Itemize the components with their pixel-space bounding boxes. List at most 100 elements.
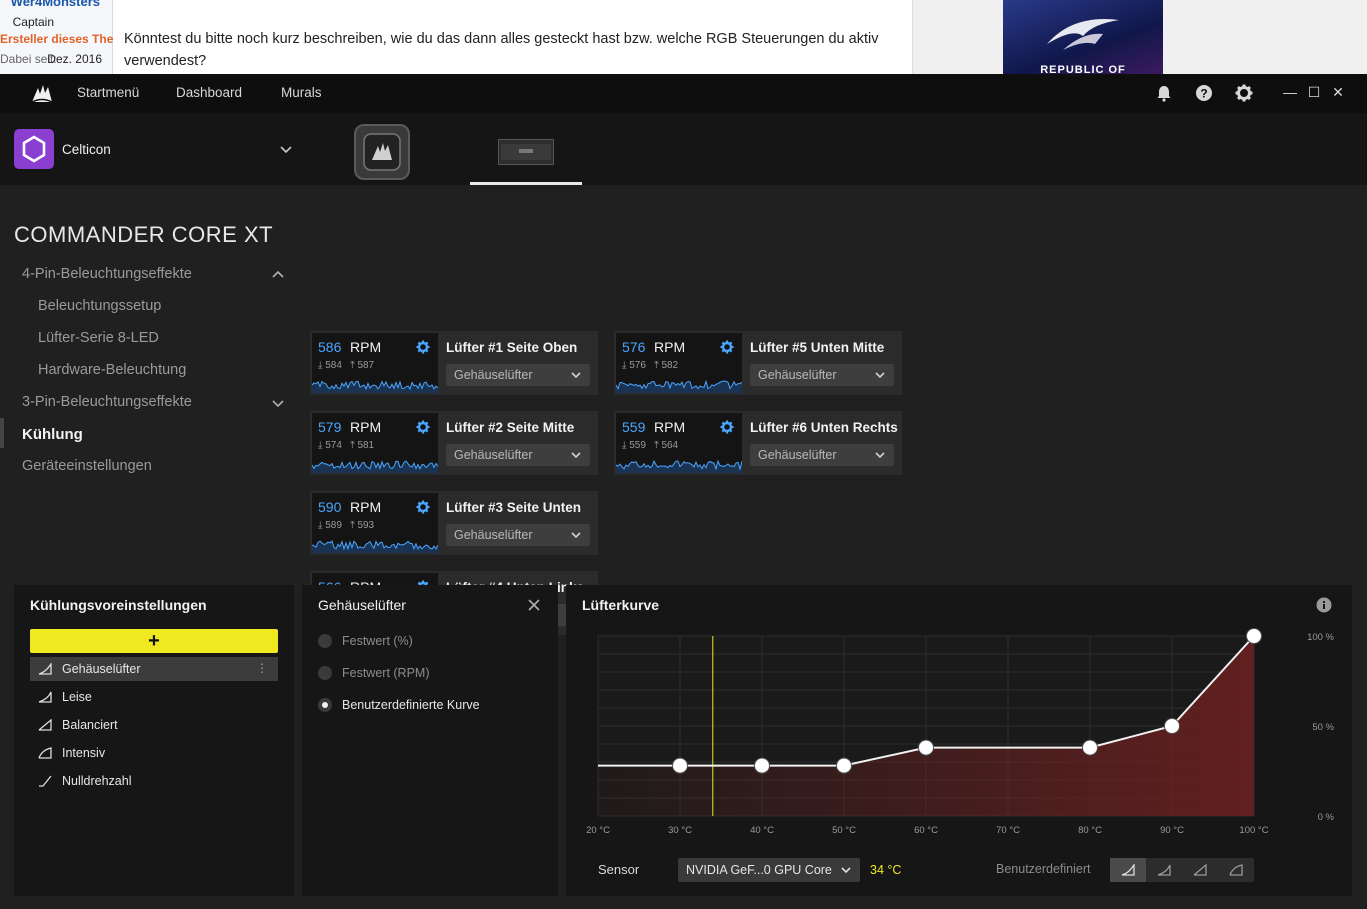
fan-card[interactable]: 559 RPM ⤓ 559 ⤒ 564 Lüfter #6 Unten Rechts G…: [614, 411, 902, 475]
fan-preset-dropdown[interactable]: Gehäuselüfter: [446, 444, 590, 466]
fan-preset-selected: Gehäuselüfter: [454, 368, 533, 382]
nav-murals[interactable]: Murals: [281, 85, 322, 100]
preset-item-quiet[interactable]: Leise: [30, 685, 278, 709]
chevron-down-icon[interactable]: [271, 396, 285, 410]
sidebar-item-device-settings[interactable]: Geräteeinstellungen: [22, 458, 152, 474]
chevron-up-icon[interactable]: [271, 268, 285, 282]
svg-text:?: ?: [1200, 87, 1207, 101]
preset-label: Intensiv: [62, 746, 106, 760]
device-name: Celticon: [62, 142, 111, 157]
mode-panel-title: Gehäuselüfter: [318, 597, 406, 613]
add-preset-button[interactable]: +: [30, 629, 278, 653]
x-tick-label: 60 °C: [914, 825, 938, 836]
preset-item-balanced[interactable]: Balanciert: [30, 713, 278, 737]
bell-icon[interactable]: [1155, 84, 1173, 102]
x-tick-label: 20 °C: [586, 825, 610, 836]
curve-point-handle[interactable]: [672, 757, 688, 774]
gear-icon[interactable]: [720, 420, 734, 434]
curve-shape-button-4[interactable]: [1218, 858, 1254, 882]
chevron-down-icon[interactable]: [278, 141, 294, 157]
curve-preset-icon: [38, 719, 52, 731]
device-avatar[interactable]: [14, 129, 54, 169]
fan-curve-chart[interactable]: 20 °C 30 °C 40 °C 50 °C 60 °C 70 °C 80 °C 90 °C…: [566, 585, 1352, 845]
y-tick-label: 50 %: [1312, 722, 1334, 733]
gear-icon[interactable]: [416, 340, 430, 354]
fan-rpm-value: 590: [318, 499, 342, 515]
preset-label: Gehäuselüfter: [62, 662, 141, 676]
radio-button[interactable]: [318, 634, 332, 648]
minimize-button[interactable]: —: [1280, 82, 1300, 102]
help-icon[interactable]: ?: [1195, 84, 1213, 102]
fan-rpm-min: 559: [629, 440, 646, 451]
curve-shape-button-1[interactable]: [1110, 858, 1146, 882]
settings-icon[interactable]: [1235, 84, 1253, 102]
upload-arrow-icon: ⤒: [645, 360, 662, 371]
forum-post: Könntest du bitte noch kurz beschreiben,…: [113, 0, 913, 74]
maximize-button[interactable]: ☐: [1304, 82, 1324, 102]
sidebar-item-fan-series[interactable]: Lüfter-Serie 8-LED: [38, 330, 159, 346]
forum-username[interactable]: Wer4Monsters: [0, 0, 100, 9]
gear-icon[interactable]: [416, 420, 430, 434]
fan-rpm-minmax: ⤓ 559 ⤒ 564: [622, 440, 678, 451]
preset-label: Nulldrehzahl: [62, 774, 132, 788]
sidebar-item-lighting-setup[interactable]: Beleuchtungssetup: [38, 298, 161, 314]
fan-preset-dropdown[interactable]: Gehäuselüfter: [750, 364, 894, 386]
gear-icon[interactable]: [416, 500, 430, 514]
sidebar-item-cooling[interactable]: Kühlung: [22, 426, 83, 443]
fan-card[interactable]: 579 RPM ⤓ 574 ⤒ 581 Lüfter #2 Seite Mitte Ge…: [310, 411, 598, 475]
close-icon[interactable]: [526, 597, 542, 613]
curve-preset-icon: [38, 691, 52, 703]
close-window-button[interactable]: ✕: [1328, 82, 1348, 102]
curve-point-handle[interactable]: [918, 739, 934, 756]
forum-rank: Captain: [12, 15, 54, 29]
curve-point-handle[interactable]: [836, 757, 852, 774]
chevron-down-icon: [571, 532, 581, 539]
preset-item-intense[interactable]: Intensiv: [30, 741, 278, 765]
fan-rpm-max: 581: [357, 440, 375, 451]
radio-button-selected[interactable]: [318, 698, 332, 712]
device-tab-pump[interactable]: [354, 124, 410, 180]
fan-rpm-graph: 579 RPM ⤓ 574 ⤒ 581: [312, 413, 438, 473]
radio-button[interactable]: [318, 666, 332, 680]
fan-rpm-minmax: ⤓ 584 ⤒ 587: [318, 360, 374, 371]
fan-card[interactable]: 576 RPM ⤓ 576 ⤒ 582 Lüfter #5 Unten Mitte Ge…: [614, 331, 902, 395]
sidebar-item-3pin-lighting[interactable]: 3-Pin-Beleuchtungseffekte: [22, 394, 192, 410]
fan-rpm-value: 586: [318, 339, 342, 355]
corsair-logo-icon[interactable]: [30, 82, 54, 104]
fan-preset-dropdown[interactable]: Gehäuselüfter: [446, 364, 590, 386]
device-tab-commander-core-xt[interactable]: [498, 139, 554, 165]
preset-item-zero-rpm[interactable]: Nulldrehzahl: [30, 769, 278, 793]
forum-since-date: Dez. 2016: [47, 52, 102, 66]
nav-home[interactable]: Startmenü: [77, 85, 139, 100]
fan-preset-selected: Gehäuselüfter: [454, 528, 533, 542]
curve-point-handle[interactable]: [1082, 739, 1098, 756]
main-content: COMMANDER CORE XT 4-Pin-Beleuchtungseffe…: [0, 185, 1367, 909]
forum-post-text: Könntest du bitte noch kurz beschreiben,…: [124, 31, 879, 69]
y-tick-label: 0 %: [1318, 812, 1335, 823]
gear-icon[interactable]: [720, 340, 734, 354]
title-bar: Startmenü Dashboard Murals ? — ☐ ✕: [0, 74, 1367, 113]
sensor-dropdown[interactable]: NVIDIA GeF...0 GPU Core: [678, 858, 860, 882]
sidebar-item-4pin-lighting[interactable]: 4-Pin-Beleuchtungseffekte: [22, 266, 192, 282]
forum-ad-banner[interactable]: REPUBLIC OF: [1003, 0, 1163, 74]
fan-card[interactable]: 586 RPM ⤓ 584 ⤒ 587 Lüfter #1 Seite Oben Geh…: [310, 331, 598, 395]
curve-shape-button-2[interactable]: [1146, 858, 1182, 882]
curve-shape-button-3[interactable]: [1182, 858, 1218, 882]
info-icon[interactable]: [1316, 597, 1332, 613]
fan-preset-dropdown[interactable]: Gehäuselüfter: [446, 524, 590, 546]
nav-dashboard[interactable]: Dashboard: [176, 85, 242, 100]
curve-point-handle[interactable]: [1164, 718, 1180, 734]
fan-name: Lüfter #1 Seite Oben: [446, 340, 578, 355]
curve-point-handle[interactable]: [754, 757, 770, 774]
curve-point-handle[interactable]: [1246, 628, 1262, 644]
fan-preset-dropdown[interactable]: Gehäuselüfter: [750, 444, 894, 466]
curve-shape-icon: [1121, 864, 1135, 876]
chevron-down-icon: [571, 372, 581, 379]
fan-card[interactable]: 590 RPM ⤓ 589 ⤒ 593 Lüfter #3 Seite Unten Ge…: [310, 491, 598, 555]
sidebar-item-hardware-lighting[interactable]: Hardware-Beleuchtung: [38, 362, 186, 378]
fan-rpm-value: 559: [622, 419, 646, 435]
preset-item-case-fan[interactable]: Gehäuselüfter ⋮: [30, 657, 278, 681]
more-options-icon[interactable]: ⋮: [256, 661, 268, 675]
pump-cap-icon: [363, 133, 401, 171]
fan-preset-selected: Gehäuselüfter: [454, 448, 533, 462]
